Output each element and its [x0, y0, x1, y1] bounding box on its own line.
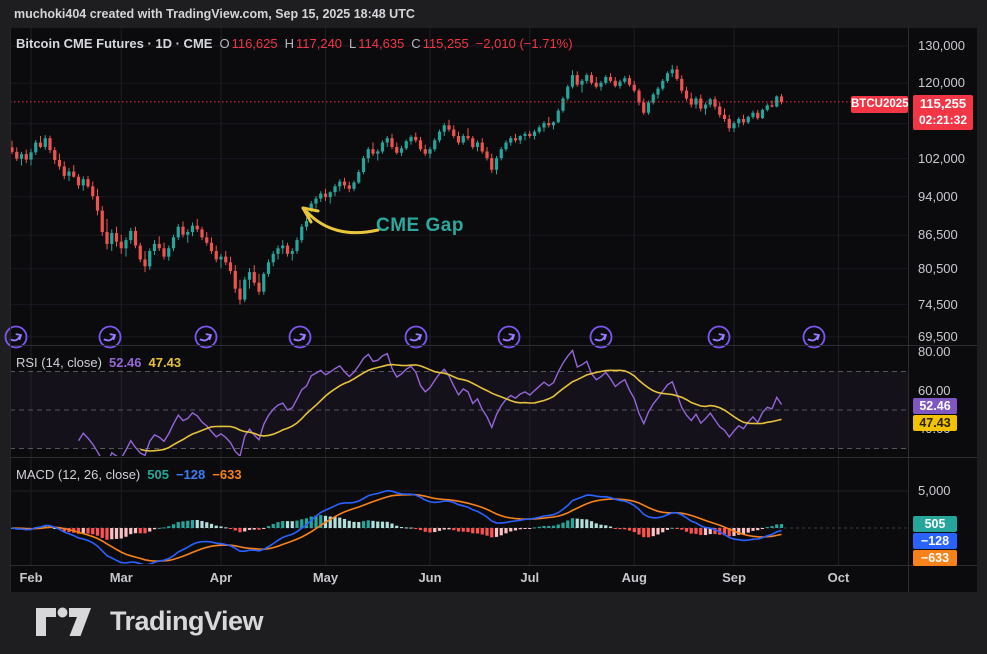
rsi-ma-value: 47.43 [149, 355, 182, 370]
time-axis-label: Jul [520, 570, 539, 585]
time-axis-label: Jun [418, 570, 441, 585]
ohlc-high: H 117,240 [285, 36, 342, 51]
high-value: 117,240 [296, 36, 342, 51]
rsi-ma-badge: 47.43 [913, 415, 957, 431]
high-label: H [285, 36, 294, 51]
rsi-value: 52.46 [109, 355, 142, 370]
header-strip: muchoki404 created with TradingView.com,… [0, 0, 987, 28]
time-axis-label: Apr [210, 570, 232, 585]
rsi-legend[interactable]: RSI (14, close) 52.46 47.43 [16, 355, 181, 370]
cme-gap-arrow[interactable] [303, 208, 378, 233]
price-axis-label: 69,500 [918, 329, 978, 344]
countdown-timer: 02:21:32 [913, 113, 973, 128]
time-axis-label: Aug [622, 570, 647, 585]
macd-line-badge: −128 [913, 533, 957, 549]
current-price-value: 115,255 [913, 95, 973, 113]
time-axis-label: Oct [828, 570, 850, 585]
low-label: L [349, 36, 356, 51]
symbol-legend[interactable]: Bitcoin CME Futures · 1D · CME O 116,625… [16, 36, 573, 51]
macd-axis-label: 5,000 [918, 483, 978, 498]
macd-legend[interactable]: MACD (12, 26, close) 505 −128 −633 [16, 467, 242, 482]
price-axis-label: 86,500 [918, 227, 978, 242]
symbol-title[interactable]: Bitcoin CME Futures · 1D · CME [16, 36, 212, 51]
tradingview-chart-snapshot: muchoki404 created with TradingView.com,… [0, 0, 987, 654]
header-credit-text: muchoki404 created with TradingView.com,… [14, 0, 415, 28]
price-axis-label: 130,000 [918, 38, 978, 53]
price-axis-label: 102,000 [918, 151, 978, 166]
time-axis[interactable]: Feb Mar Apr May Jun Jul Aug Sep Oct [0, 570, 977, 592]
price-axis-label: 74,500 [918, 297, 978, 312]
tradingview-logo[interactable]: TradingView [35, 606, 263, 637]
current-price-badge[interactable]: 115,255 02:21:32 [913, 95, 973, 130]
close-value: 115,255 [423, 36, 469, 51]
macd-hist-value: 505 [147, 467, 169, 482]
cme-gap-annotation[interactable]: CME Gap [376, 215, 464, 237]
macd-signal-badge: −633 [913, 550, 957, 566]
macd-signal-value: −633 [212, 467, 241, 482]
ohlc-low: L 114,635 [349, 36, 404, 51]
rsi-title[interactable]: RSI (14, close) [16, 355, 102, 370]
tradingview-logo-mark [35, 607, 99, 637]
rsi-axis-label: 80.00 [918, 344, 978, 359]
macd-title[interactable]: MACD (12, 26, close) [16, 467, 140, 482]
open-value: 116,625 [232, 36, 278, 51]
price-axis-label: 120,000 [918, 75, 978, 90]
tradingview-logo-text: TradingView [110, 606, 263, 637]
ohlc-open: O 116,625 [219, 36, 277, 51]
price-axis-label: 80,500 [918, 261, 978, 276]
price-axis-label: 94,000 [918, 189, 978, 204]
open-label: O [219, 36, 229, 51]
close-label: C [411, 36, 420, 51]
macd-hist-badge: 505 [913, 516, 957, 532]
rsi-axis-label: 60.00 [918, 383, 978, 398]
change-value: −2,010 (−1.71%) [476, 36, 573, 51]
time-axis-label: May [313, 570, 338, 585]
rsi-value-badge: 52.46 [913, 398, 957, 414]
time-axis-label: Sep [722, 570, 746, 585]
time-axis-label: Mar [110, 570, 133, 585]
contract-label-badge[interactable]: BTCU2025 [851, 96, 908, 113]
macd-line-value: −128 [176, 467, 205, 482]
chart-canvas[interactable] [0, 0, 987, 654]
ohlc-close: C 115,255 [411, 36, 468, 51]
time-axis-label: Feb [19, 570, 42, 585]
low-value: 114,635 [358, 36, 404, 51]
